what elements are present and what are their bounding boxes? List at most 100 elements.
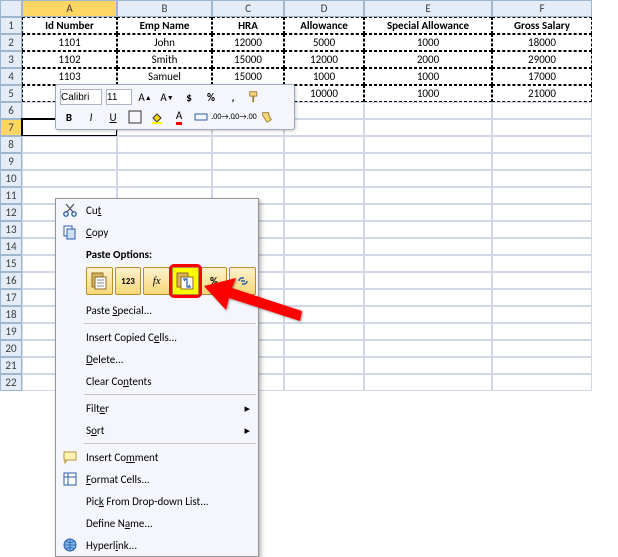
cell[interactable]: 5000 — [284, 34, 364, 51]
menu-delete[interactable]: Delete... — [56, 348, 258, 370]
row-header-5[interactable]: 5 — [0, 85, 22, 102]
accounting-format-icon[interactable]: $ — [180, 88, 198, 106]
row-header-7[interactable]: 7 — [0, 119, 22, 136]
row-header-4[interactable]: 4 — [0, 68, 22, 85]
font-select[interactable] — [60, 89, 102, 105]
cell[interactable] — [284, 340, 364, 357]
cell[interactable] — [117, 170, 212, 187]
cell[interactable]: 1000 — [364, 34, 492, 51]
menu-filter[interactable]: Filter▸ — [56, 397, 258, 419]
cell[interactable] — [364, 170, 492, 187]
cell[interactable] — [284, 102, 364, 119]
cell[interactable]: 15000 — [212, 51, 284, 68]
cell[interactable] — [492, 238, 592, 255]
cell[interactable] — [284, 119, 364, 136]
menu-pick-from-list[interactable]: Pick From Drop-down List... — [56, 490, 258, 512]
row-header-15[interactable]: 15 — [0, 255, 22, 272]
cell[interactable]: 29000 — [492, 51, 592, 68]
cell[interactable] — [492, 272, 592, 289]
menu-format-cells[interactable]: Format Cells... — [56, 468, 258, 490]
cell[interactable]: Samuel — [117, 68, 212, 85]
format-painter-icon[interactable] — [246, 88, 264, 106]
cell[interactable] — [492, 357, 592, 374]
cell[interactable] — [284, 357, 364, 374]
cell[interactable]: 1102 — [22, 51, 117, 68]
row-header-9[interactable]: 9 — [0, 153, 22, 170]
col-header-C[interactable]: C — [212, 0, 284, 17]
cell[interactable] — [492, 153, 592, 170]
cell[interactable]: 21000 — [492, 85, 592, 102]
cell[interactable] — [212, 136, 284, 153]
cell[interactable] — [284, 374, 364, 391]
cell[interactable]: 1101 — [22, 34, 117, 51]
cell[interactable] — [284, 272, 364, 289]
cell[interactable]: 18000 — [492, 34, 592, 51]
cell[interactable] — [364, 187, 492, 204]
cell[interactable] — [284, 221, 364, 238]
cell[interactable]: 1000 — [284, 68, 364, 85]
row-header-20[interactable]: 20 — [0, 340, 22, 357]
cell[interactable]: 1000 — [364, 68, 492, 85]
cell[interactable] — [492, 204, 592, 221]
cell[interactable]: Allowance — [284, 17, 364, 34]
cell[interactable] — [284, 187, 364, 204]
menu-cut[interactable]: Cut — [56, 199, 258, 221]
cell[interactable]: 17000 — [492, 68, 592, 85]
cell[interactable] — [212, 170, 284, 187]
decrease-decimal-icon[interactable]: .0→.00 — [236, 108, 254, 126]
cell[interactable]: 1000 — [364, 85, 492, 102]
bold-icon[interactable]: B — [60, 108, 78, 126]
row-header-16[interactable]: 16 — [0, 272, 22, 289]
menu-clear-contents[interactable]: Clear Contents — [56, 370, 258, 392]
col-header-E[interactable]: E — [364, 0, 492, 17]
size-select[interactable] — [106, 89, 132, 105]
cell[interactable] — [364, 102, 492, 119]
cell[interactable] — [284, 204, 364, 221]
cell[interactable] — [492, 187, 592, 204]
paste-formatting-button[interactable]: % — [201, 267, 228, 295]
cell[interactable] — [364, 238, 492, 255]
cell[interactable] — [117, 153, 212, 170]
row-header-6[interactable]: 6 — [0, 102, 22, 119]
cell[interactable] — [492, 306, 592, 323]
cell[interactable]: HRA — [212, 17, 284, 34]
cell[interactable]: 12000 — [284, 51, 364, 68]
cell[interactable] — [284, 170, 364, 187]
menu-insert-comment[interactable]: Insert Comment — [56, 446, 258, 468]
cell[interactable] — [364, 340, 492, 357]
cell[interactable] — [492, 374, 592, 391]
select-all[interactable] — [0, 0, 22, 17]
cell[interactable]: Emp Name — [117, 17, 212, 34]
cell[interactable] — [364, 306, 492, 323]
col-header-B[interactable]: B — [117, 0, 212, 17]
paste-link-button[interactable] — [229, 267, 256, 295]
cell[interactable]: John — [117, 34, 212, 51]
row-header-13[interactable]: 13 — [0, 221, 22, 238]
cell[interactable] — [284, 255, 364, 272]
cell[interactable] — [284, 136, 364, 153]
cell[interactable] — [364, 289, 492, 306]
percent-format-icon[interactable]: % — [202, 88, 220, 106]
underline-icon[interactable]: U — [104, 108, 122, 126]
increase-decimal-icon[interactable]: .00→.0 — [214, 108, 232, 126]
row-header-1[interactable]: 1 — [0, 17, 22, 34]
cell[interactable]: Special Allowance — [364, 17, 492, 34]
cell[interactable]: Gross Salary — [492, 17, 592, 34]
paste-formulas-button[interactable]: fx — [143, 267, 170, 295]
row-header-10[interactable]: 10 — [0, 170, 22, 187]
paste-transpose-button[interactable] — [172, 267, 199, 295]
menu-paste-special[interactable]: Paste Special... — [56, 299, 258, 321]
row-header-17[interactable]: 17 — [0, 289, 22, 306]
border-icon[interactable] — [126, 108, 144, 126]
cell[interactable] — [284, 306, 364, 323]
cell[interactable] — [117, 136, 212, 153]
cell[interactable]: 12000 — [212, 34, 284, 51]
row-header-8[interactable]: 8 — [0, 136, 22, 153]
cell[interactable]: 10000 — [284, 85, 364, 102]
cell[interactable]: 2000 — [364, 51, 492, 68]
cell[interactable] — [364, 204, 492, 221]
cell[interactable] — [284, 289, 364, 306]
col-header-F[interactable]: F — [492, 0, 592, 17]
cell[interactable] — [364, 323, 492, 340]
cell[interactable] — [492, 102, 592, 119]
